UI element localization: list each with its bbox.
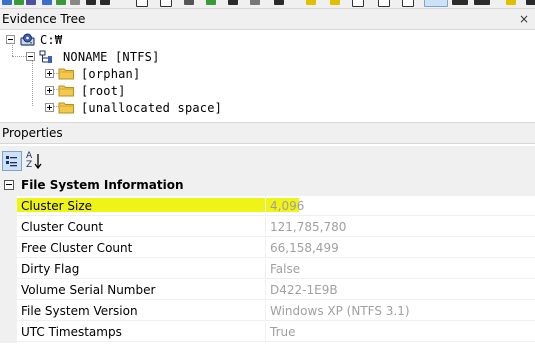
property-name: Cluster Count [17, 217, 266, 237]
property-row-free-cluster-count[interactable]: Free Cluster Count 66,158,499 [0, 238, 535, 259]
alphabetical-sort-button[interactable]: A Z [24, 151, 44, 171]
property-row-volume-serial-number[interactable]: Volume Serial Number D422-1E9B [0, 280, 535, 301]
toolbar-icon-9[interactable] [136, 0, 148, 7]
property-value[interactable]: True [266, 322, 535, 342]
tree-node-label: [orphan] [81, 66, 141, 81]
categorized-view-icon [6, 156, 17, 167]
expand-icon[interactable] [45, 69, 54, 78]
toolbar-icon-15[interactable] [274, 0, 284, 5]
tree-node-label: [unallocated space] [81, 100, 223, 115]
toolbar-icon-7[interactable] [86, 0, 96, 5]
toolbar-icon-4[interactable] [42, 0, 52, 5]
tree-node-orphan[interactable]: [orphan] [45, 65, 140, 82]
collapse-icon[interactable] [6, 35, 15, 44]
property-row-cluster-size[interactable]: Cluster Size 4,096 [0, 196, 535, 217]
expand-icon[interactable] [45, 103, 54, 112]
tree-node-label: [root] [81, 83, 126, 98]
toolbar-icon-23[interactable] [474, 0, 490, 5]
toolbar-icon-8[interactable] [100, 0, 110, 5]
category-label: File System Information [21, 178, 184, 192]
tree-node-filesystem[interactable]: NONAME [NTFS] [26, 48, 160, 65]
sort-az-icon: A Z [26, 151, 44, 171]
folder-icon [58, 67, 75, 80]
expand-icon[interactable] [45, 86, 54, 95]
toolbar-icon-1[interactable] [2, 0, 12, 5]
row-margin [0, 238, 17, 259]
property-value[interactable]: D422-1E9B [266, 280, 535, 300]
toolbar-icon-14[interactable] [250, 0, 260, 5]
toolbar-icon-11[interactable] [184, 0, 194, 5]
toolbar-icon-22[interactable] [452, 0, 468, 5]
property-name: Free Cluster Count [17, 238, 266, 258]
toolbar-icon-5[interactable] [56, 0, 66, 5]
drive-icon [19, 32, 37, 47]
sort-label-z: Z [26, 160, 33, 170]
property-name: Dirty Flag [17, 259, 266, 279]
row-margin [0, 217, 17, 238]
property-row-file-system-version[interactable]: File System Version Windows XP (NTFS 3.1… [0, 301, 535, 322]
property-row-cluster-count[interactable]: Cluster Count 121,785,780 [0, 217, 535, 238]
property-name: File System Version [17, 301, 266, 321]
property-value[interactable]: 121,785,780 [266, 217, 535, 237]
toolbar-icon-25[interactable] [526, 0, 535, 5]
tree-node-drive[interactable]: C:₩ [6, 31, 62, 48]
property-value[interactable]: Windows XP (NTFS 3.1) [266, 301, 535, 321]
folder-icon [58, 84, 75, 97]
evidence-tree-title: Evidence Tree [2, 12, 86, 26]
folder-icon [58, 101, 75, 114]
close-icon[interactable]: × [519, 12, 529, 26]
property-row-utc-timestamps[interactable]: UTC Timestamps True [0, 322, 535, 343]
collapse-icon[interactable] [4, 180, 14, 190]
row-margin [0, 280, 17, 301]
properties-toolbar: A Z [0, 146, 535, 175]
row-margin [0, 196, 17, 217]
row-margin [0, 301, 17, 322]
toolbar-icon-18[interactable] [352, 0, 364, 7]
property-value[interactable]: 66,158,499 [266, 238, 535, 258]
property-name: Cluster Size [17, 196, 266, 216]
tree-node-unallocated[interactable]: [unallocated space] [45, 99, 222, 116]
collapse-icon[interactable] [26, 52, 35, 61]
row-margin [0, 322, 17, 343]
toolbar-icon-3[interactable] [26, 0, 36, 5]
main-toolbar [0, 0, 535, 8]
property-value[interactable]: False [266, 259, 535, 279]
toolbar-icon-16[interactable] [306, 0, 316, 5]
category-row[interactable]: File System Information [0, 175, 535, 196]
properties-title: Properties [2, 126, 63, 140]
property-name: UTC Timestamps [17, 322, 266, 342]
toolbar-icon-2[interactable] [14, 0, 24, 5]
toolbar-icon-17[interactable] [330, 0, 340, 5]
property-grid: File System Information Cluster Size 4,0… [0, 175, 535, 347]
tree-node-root[interactable]: [root] [45, 82, 126, 99]
tree-connector [32, 60, 33, 106]
toolbar-icon-12[interactable] [206, 0, 216, 5]
property-value[interactable]: 4,096 [266, 196, 535, 216]
filesystem-icon [39, 49, 57, 64]
properties-header: Properties [0, 122, 535, 144]
toolbar-icon-21[interactable] [424, 0, 448, 7]
tree-node-label: NONAME [NTFS] [63, 49, 160, 64]
row-margin [0, 259, 17, 280]
toolbar-icon-6[interactable] [70, 0, 80, 5]
toolbar-icon-20[interactable] [402, 0, 414, 7]
toolbar-icon-19[interactable] [378, 0, 390, 7]
toolbar-icon-13[interactable] [228, 0, 238, 5]
property-row-dirty-flag[interactable]: Dirty Flag False [0, 259, 535, 280]
toolbar-icon-24[interactable] [506, 0, 516, 5]
tree-node-label: C:₩ [40, 32, 63, 47]
property-name: Volume Serial Number [17, 280, 266, 300]
evidence-tree-header: Evidence Tree × [0, 8, 535, 30]
evidence-tree: C:₩ NONAME [NTFS] [orphan] [root] [unall… [0, 31, 535, 115]
categorized-view-button[interactable] [2, 151, 22, 171]
toolbar-icon-10[interactable] [160, 0, 172, 7]
